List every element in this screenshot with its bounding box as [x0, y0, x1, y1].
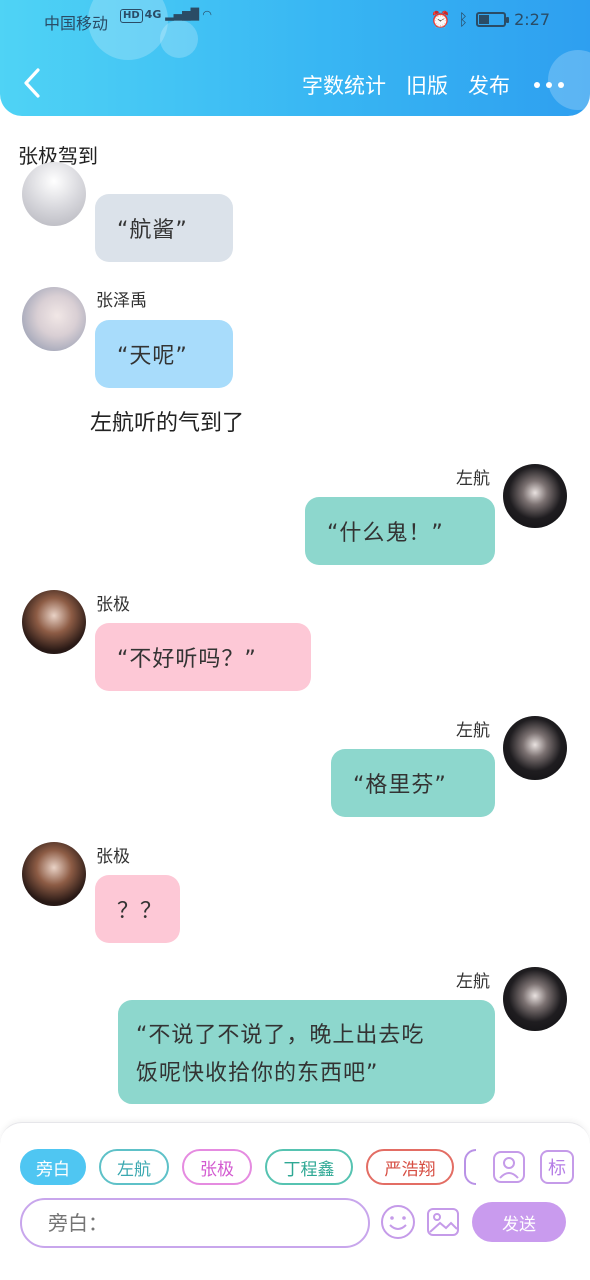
- message-line: 饭呢快收拾你的东西吧”: [136, 1061, 379, 1086]
- chip-zuohang[interactable]: 左航: [99, 1149, 169, 1185]
- avatar[interactable]: [503, 716, 567, 780]
- message-bubble[interactable]: “不说了不说了，晚上出去吃 饭呢快收拾你的东西吧”: [118, 1000, 495, 1104]
- send-button[interactable]: 发送: [472, 1202, 566, 1242]
- speaker-name: 左航: [456, 721, 490, 741]
- header-actions: 字数统计 旧版 发布: [302, 70, 564, 100]
- chip-zhangji[interactable]: 张极: [182, 1149, 252, 1185]
- avatar[interactable]: [503, 967, 567, 1031]
- network-gen: 4G: [144, 8, 162, 21]
- back-button[interactable]: [18, 66, 48, 100]
- avatar[interactable]: [22, 842, 86, 906]
- word-count-button[interactable]: 字数统计: [302, 70, 386, 100]
- top-header: 中国移动 HD 4G ▂▄▆█ ◠ ⏰ ᛒ 2:27 字数统计 旧版 发布: [0, 0, 590, 116]
- alarm-icon: ⏰: [430, 10, 451, 29]
- more-button[interactable]: [530, 82, 564, 88]
- network-indicator: HD 4G ▂▄▆█ ◠: [120, 8, 211, 23]
- message-input[interactable]: [20, 1198, 370, 1248]
- emoji-button[interactable]: [380, 1204, 416, 1240]
- image-icon: [427, 1208, 459, 1236]
- signal-icon: ▂▄▆█: [165, 8, 200, 21]
- avatar[interactable]: [22, 590, 86, 654]
- hd-badge: HD: [120, 9, 143, 23]
- status-right: ⏰ ᛒ 2:27: [431, 10, 550, 29]
- chip-partial[interactable]: [464, 1149, 476, 1185]
- smiley-icon: [381, 1205, 415, 1239]
- tag-button[interactable]: 标: [540, 1150, 574, 1184]
- avatar[interactable]: [503, 464, 567, 528]
- speaker-chips: 旁白 左航 张极 丁程鑫 严浩翔: [20, 1149, 454, 1185]
- message-bubble[interactable]: “航酱”: [95, 194, 233, 262]
- battery-icon: [476, 12, 510, 27]
- speaker-name: 张泽禹: [96, 291, 147, 311]
- speaker-name: 左航: [456, 972, 490, 992]
- avatar[interactable]: [22, 287, 86, 351]
- character-button[interactable]: [492, 1150, 526, 1184]
- bluetooth-icon: ᛒ: [458, 10, 469, 29]
- message-bubble[interactable]: “格里芬”: [331, 749, 495, 817]
- carrier-label: 中国移动: [44, 14, 109, 33]
- clock: 2:27: [514, 10, 550, 29]
- publish-button[interactable]: 发布: [468, 70, 510, 100]
- avatar[interactable]: [22, 162, 86, 226]
- old-version-button[interactable]: 旧版: [406, 70, 448, 100]
- ellipsis-icon: [534, 82, 540, 88]
- message-bubble[interactable]: ？？: [95, 875, 180, 943]
- wifi-icon: ◠: [202, 8, 212, 21]
- image-button[interactable]: [426, 1205, 460, 1239]
- chip-dingchengxin[interactable]: 丁程鑫: [265, 1149, 353, 1185]
- status-bar: 中国移动 HD 4G ▂▄▆█ ◠ ⏰ ᛒ 2:27: [0, 8, 590, 33]
- message-bubble[interactable]: “什么鬼！”: [305, 497, 495, 565]
- message-bubble[interactable]: “天呢”: [95, 320, 233, 388]
- message-bubble[interactable]: “不好听吗？”: [95, 623, 311, 691]
- speaker-name: 张极: [96, 595, 130, 615]
- narration-text[interactable]: 左航听的气到了: [90, 405, 244, 437]
- chip-narration[interactable]: 旁白: [20, 1149, 86, 1185]
- chevron-left-icon: [24, 68, 40, 98]
- chip-yanhaoxiang[interactable]: 严浩翔: [366, 1149, 454, 1185]
- message-line: “不说了不说了，晚上出去吃: [136, 1023, 425, 1048]
- speaker-name: 左航: [456, 469, 490, 489]
- person-icon: [493, 1151, 525, 1183]
- speaker-name: 张极: [96, 847, 130, 867]
